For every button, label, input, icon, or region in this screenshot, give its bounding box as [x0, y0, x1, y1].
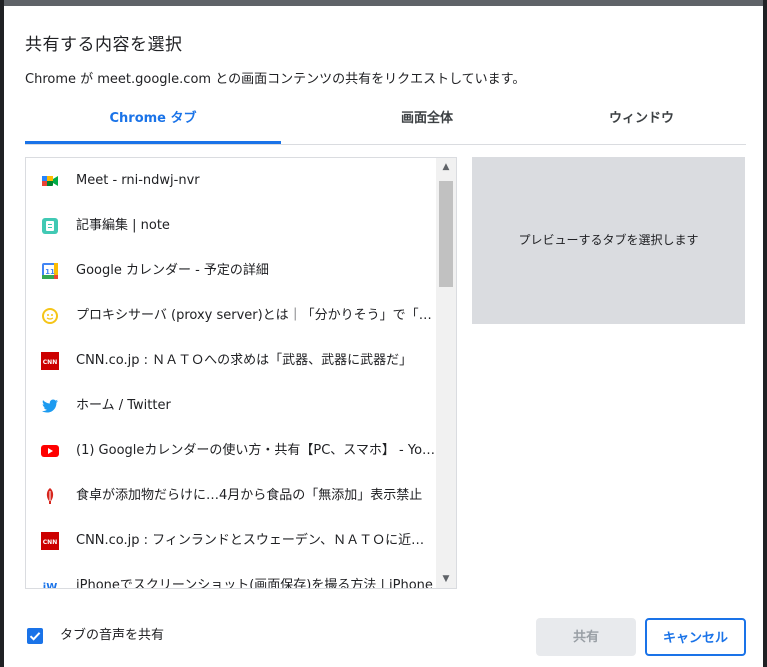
- svg-text:11: 11: [45, 268, 55, 276]
- tab-title: iPhoneでスクリーンショット(画面保存)を撮る方法 | iPhone: [76, 578, 433, 589]
- scroll-up-arrow-icon[interactable]: ▲: [436, 158, 456, 176]
- twitter-icon: [41, 397, 59, 415]
- list-item[interactable]: 記事編集 | note: [26, 203, 436, 248]
- list-item[interactable]: CNN CNN.co.jp : ＮＡＴＯへの求めは「武器、武器に武器だ」: [26, 338, 436, 383]
- tab-title: 食卓が添加物だらけに…4月から食品の「無添加」表示禁止: [76, 488, 423, 503]
- share-button[interactable]: 共有: [536, 618, 636, 656]
- list-item[interactable]: CNN CNN.co.jp : フィンランドとスウェーデン、ＮＡＴＯに近く加盟: [26, 518, 436, 563]
- list-item[interactable]: (1) Googleカレンダーの使い方・共有【PC、スマホ】 - YouTube: [26, 428, 436, 473]
- tab-chrome-tabs[interactable]: Chrome タブ: [25, 108, 281, 144]
- scroll-down-arrow-icon[interactable]: ▼: [436, 570, 456, 588]
- tab-title: プロキシサーバ (proxy server)とは｜「分かりそう」で「分かる」でし…: [76, 308, 436, 323]
- preview-panel: プレビューするタブを選択します: [472, 157, 745, 324]
- smiley-icon: [41, 307, 59, 325]
- share-audio-label[interactable]: タブの音声を共有: [60, 628, 164, 644]
- iw-icon: iW: [41, 577, 59, 589]
- cancel-button[interactable]: キャンセル: [645, 618, 746, 656]
- list-item[interactable]: 11 Google カレンダー - 予定の詳細: [26, 248, 436, 293]
- dialog-title: 共有する内容を選択: [25, 35, 183, 55]
- tab-title: 記事編集 | note: [76, 218, 170, 233]
- red-leaf-icon: [41, 487, 59, 505]
- share-source-tabs: Chrome タブ 画面全体 ウィンドウ: [25, 108, 746, 145]
- cnn-icon: CNN: [41, 532, 59, 550]
- window-frame-right: [763, 0, 767, 667]
- tab-title: ホーム / Twitter: [76, 398, 171, 413]
- tab-title: Meet - rni-ndwj-nvr: [76, 173, 200, 188]
- tab-title: (1) Googleカレンダーの使い方・共有【PC、スマホ】 - YouTube: [76, 443, 436, 458]
- youtube-icon: [41, 442, 59, 460]
- list-item[interactable]: プロキシサーバ (proxy server)とは｜「分かりそう」で「分かる」でし…: [26, 293, 436, 338]
- share-dialog: 共有する内容を選択 Chrome が meet.google.com との画面コ…: [4, 6, 763, 667]
- tab-window[interactable]: ウィンドウ: [537, 108, 746, 141]
- note-icon: [41, 217, 59, 235]
- preview-placeholder: プレビューするタブを選択します: [518, 233, 699, 247]
- tab-title: Google カレンダー - 予定の詳細: [76, 263, 269, 278]
- dialog-description: Chrome が meet.google.com との画面コンテンツの共有をリク…: [25, 72, 526, 87]
- list-item[interactable]: iW iPhoneでスクリーンショット(画面保存)を撮る方法 | iPhone: [26, 563, 436, 589]
- google-meet-icon: [41, 172, 59, 190]
- svg-text:CNN: CNN: [43, 359, 57, 366]
- svg-text:CNN: CNN: [43, 539, 57, 546]
- list-item[interactable]: 食卓が添加物だらけに…4月から食品の「無添加」表示禁止: [26, 473, 436, 518]
- google-calendar-icon: 11: [41, 262, 59, 280]
- list-scrollbar[interactable]: ▲ ▼: [436, 158, 456, 588]
- tab-entire-screen[interactable]: 画面全体: [317, 108, 537, 141]
- list-item[interactable]: Meet - rni-ndwj-nvr: [26, 158, 436, 203]
- tab-list[interactable]: Meet - rni-ndwj-nvr 記事編集 | note 11 Googl…: [25, 157, 457, 589]
- tab-title: CNN.co.jp : フィンランドとスウェーデン、ＮＡＴＯに近く加盟: [76, 533, 436, 548]
- cnn-icon: CNN: [41, 352, 59, 370]
- checkmark-icon: [29, 632, 41, 641]
- scrollbar-thumb[interactable]: [439, 181, 453, 287]
- tab-title: CNN.co.jp : ＮＡＴＯへの求めは「武器、武器に武器だ」: [76, 353, 413, 368]
- list-item[interactable]: ホーム / Twitter: [26, 383, 436, 428]
- share-audio-checkbox[interactable]: [27, 628, 43, 644]
- svg-text:iW: iW: [43, 582, 57, 589]
